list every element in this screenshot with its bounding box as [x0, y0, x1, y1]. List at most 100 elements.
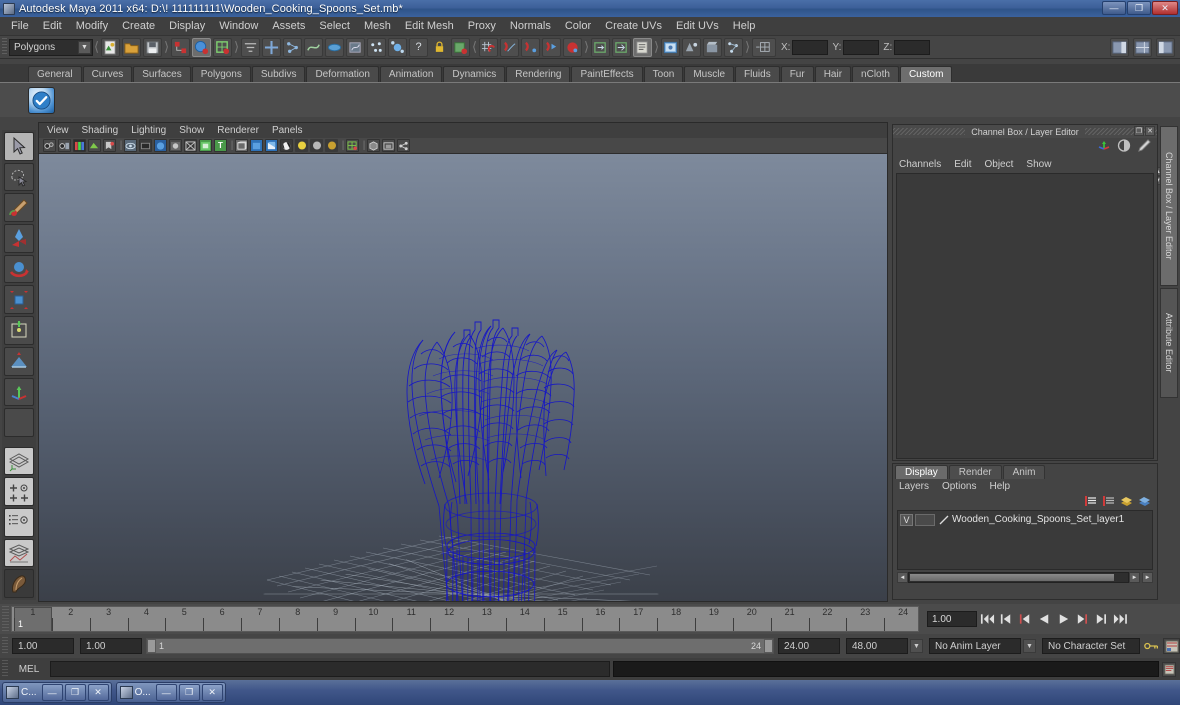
film-gate-icon[interactable] — [139, 139, 152, 152]
playback-range-bar[interactable]: 1 24 — [146, 638, 774, 654]
taskbar-item-2-close-button[interactable]: ✕ — [201, 684, 223, 701]
menu-edit-mesh[interactable]: Edit Mesh — [398, 18, 461, 34]
select-by-object-type-button[interactable] — [192, 37, 211, 57]
bookmark-icon[interactable] — [103, 139, 116, 152]
range-start-handle[interactable] — [147, 639, 156, 653]
menu-edit-uvs[interactable]: Edit UVs — [669, 18, 726, 34]
menu-modify[interactable]: Modify — [69, 18, 115, 34]
lasso-select-tool-button[interactable] — [4, 162, 34, 192]
new-scene-button[interactable] — [101, 37, 120, 57]
open-scene-button[interactable] — [122, 37, 141, 57]
playback-start-time-field[interactable]: 1.00 — [80, 638, 142, 654]
show-hide-sidebar-icon-2[interactable] — [1133, 37, 1152, 57]
image-plane-icon[interactable] — [73, 139, 86, 152]
channel-box-menu-edit[interactable]: Edit — [954, 159, 971, 170]
share-viewport-icon[interactable] — [397, 139, 410, 152]
step-back-frame-button[interactable] — [1017, 611, 1034, 628]
use-default-lighting-icon[interactable] — [295, 139, 308, 152]
taskbar-item-1-close-button[interactable]: ✕ — [87, 684, 109, 701]
shelf-tab-fluids[interactable]: Fluids — [735, 66, 780, 82]
shelf-tab-polygons[interactable]: Polygons — [191, 66, 251, 82]
channel-box-toggle-icon[interactable] — [1097, 139, 1111, 155]
wireframe-shading-icon[interactable] — [235, 139, 248, 152]
xray-joints-icon[interactable] — [199, 139, 212, 152]
menu-file[interactable]: File — [4, 18, 36, 34]
rotate-tool-button[interactable] — [4, 254, 34, 284]
panel-grip-left[interactable] — [893, 128, 966, 135]
menu-create[interactable]: Create — [115, 18, 162, 34]
layer-name[interactable]: Wooden_Cooking_Spoons_Set_layer1 — [952, 514, 1124, 525]
select-tool-button[interactable] — [4, 132, 34, 161]
component-mask-menu-button[interactable] — [241, 37, 260, 57]
construction-history-off-button[interactable] — [612, 37, 631, 57]
layer-scroll-track[interactable] — [908, 572, 1129, 583]
layer-editor-toggle-icon[interactable] — [1117, 139, 1131, 155]
time-slider-grip[interactable] — [2, 606, 9, 632]
restore-button[interactable]: ❐ — [1127, 1, 1151, 15]
menu-set-selector[interactable]: Polygons ▼ — [9, 38, 93, 56]
layout-paint-effects-button[interactable] — [4, 569, 34, 598]
shelf-button-check-mark[interactable] — [28, 86, 55, 114]
paint-select-tool-button[interactable] — [4, 193, 34, 223]
shelf-tab-subdivs[interactable]: Subdivs — [251, 66, 306, 82]
show-manipulator-tool-button[interactable] — [4, 377, 34, 407]
smooth-shade-all-icon[interactable] — [250, 139, 263, 152]
resolution-gate-icon[interactable] — [154, 139, 167, 152]
viewport-menu-lighting[interactable]: Lighting — [131, 125, 166, 136]
menu-create-uvs[interactable]: Create UVs — [598, 18, 669, 34]
use-all-lights-icon[interactable] — [310, 139, 323, 152]
play-backwards-button[interactable] — [1036, 611, 1053, 628]
attribute-editor-toggle-icon[interactable] — [1137, 139, 1151, 155]
step-forward-frame-button[interactable] — [1074, 611, 1091, 628]
layer-color-swatch-icon[interactable] — [938, 514, 950, 526]
lock-selection-button[interactable] — [430, 37, 449, 57]
shelf-tab-deformation[interactable]: Deformation — [306, 66, 379, 82]
layer-list-scrollbar[interactable]: ◄ ► ► — [897, 572, 1153, 583]
taskbar-item-2[interactable]: O... — ❐ ✕ — [115, 682, 226, 703]
channel-box-menu-channels[interactable]: Channels — [899, 159, 941, 170]
universal-manipulator-tool-button[interactable] — [4, 316, 34, 345]
taskbar-item-2-minimize-button[interactable]: — — [155, 684, 177, 701]
animation-start-time-field[interactable]: 1.00 — [12, 638, 74, 654]
channel-box-menu-object[interactable]: Object — [985, 159, 1014, 170]
taskbar-item-1-minimize-button[interactable]: — — [41, 684, 63, 701]
step-back-keyframe-button[interactable] — [998, 611, 1015, 628]
character-set-field[interactable]: No Character Set — [1042, 638, 1140, 654]
layout-single-perspective-button[interactable] — [4, 446, 34, 476]
mel-output-field[interactable] — [613, 661, 1159, 677]
menu-display[interactable]: Display — [162, 18, 212, 34]
save-scene-button[interactable] — [143, 37, 162, 57]
construction-history-on-button[interactable] — [591, 37, 610, 57]
menu-assets[interactable]: Assets — [265, 18, 312, 34]
render-sequence-button[interactable] — [703, 37, 722, 57]
soft-modification-tool-button[interactable] — [4, 346, 34, 376]
go-to-start-button[interactable] — [979, 611, 996, 628]
script-editor-icon[interactable] — [1162, 661, 1176, 677]
shelf-tab-custom[interactable]: Custom — [899, 66, 953, 82]
command-line-grip[interactable] — [2, 660, 8, 678]
layer-page-right-icon[interactable]: ► — [1142, 572, 1153, 583]
viewport-menu-shading[interactable]: Shading — [82, 125, 119, 136]
scale-tool-button[interactable] — [4, 285, 34, 315]
layer-scroll-thumb[interactable] — [910, 574, 1114, 581]
shelf-tab-animation[interactable]: Animation — [379, 66, 443, 82]
layer-menu-help[interactable]: Help — [989, 481, 1010, 492]
layer-menu-layers[interactable]: Layers — [899, 481, 929, 492]
select-camera-icon[interactable] — [43, 139, 56, 152]
deformations-mask-button[interactable] — [346, 37, 365, 57]
y-coordinate-field[interactable] — [843, 39, 880, 55]
layer-row[interactable]: V Wooden_Cooking_Spoons_Set_layer1 — [900, 513, 1150, 526]
viewport-menu-renderer[interactable]: Renderer — [217, 125, 259, 136]
toggle-field-view-button[interactable] — [752, 37, 776, 57]
shelf-tab-dynamics[interactable]: Dynamics — [443, 66, 506, 82]
layer-scroll-right-icon[interactable]: ► — [1129, 572, 1140, 583]
shelf-tab-toon[interactable]: Toon — [643, 66, 684, 82]
range-end-handle[interactable] — [764, 639, 773, 653]
new-layer-icon[interactable] — [1084, 495, 1097, 510]
move-tool-button[interactable] — [4, 224, 34, 253]
handles-mask-button[interactable] — [262, 37, 281, 57]
snap-to-view-plane-button[interactable] — [542, 37, 561, 57]
taskbar-item-2-restore-button[interactable]: ❐ — [178, 684, 200, 701]
miscellaneous-mask-button[interactable]: ? — [409, 37, 428, 57]
viewport-menu-show[interactable]: Show — [179, 125, 204, 136]
